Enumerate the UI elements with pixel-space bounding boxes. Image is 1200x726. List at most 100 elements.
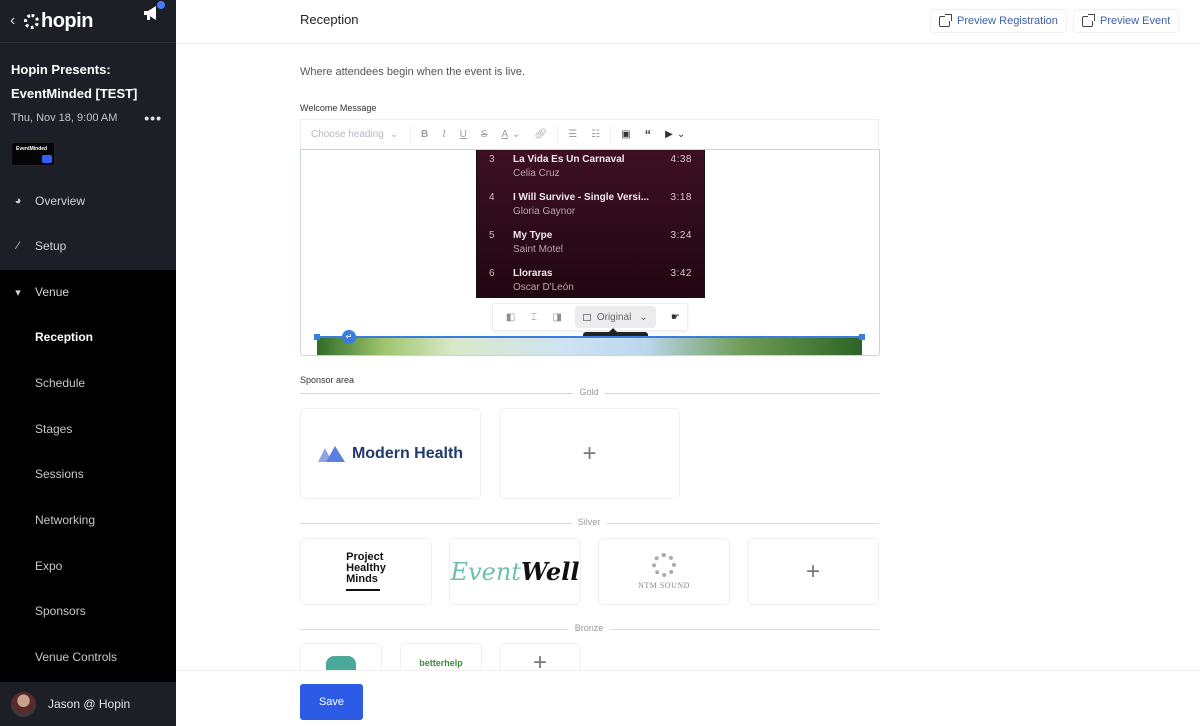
track-artist: Saint Motel <box>513 244 564 255</box>
silver-tier-label: Silver <box>571 517 607 527</box>
event-date-row: Thu, Nov 18, 9:00 AM ••• <box>11 110 162 126</box>
track-duration: 3:18 <box>670 192 692 203</box>
font-color-button[interactable]: A ⌄ <box>494 120 527 149</box>
sidebar-item-label: Venue Controls <box>35 650 118 664</box>
resize-handle-right[interactable] <box>859 334 865 340</box>
sidebar-item-label: Sessions <box>35 467 84 481</box>
sidebar-item-schedule[interactable]: Schedule <box>0 368 176 398</box>
playlist-image[interactable]: 3 La Vida Es Un Carnaval Celia Cruz 4:38… <box>476 150 705 298</box>
eventwell-logo: EventWell <box>451 557 580 586</box>
playlist-track: 3 La Vida Es Un Carnaval Celia Cruz 4:38 <box>477 152 704 190</box>
track-number: 5 <box>489 230 495 241</box>
sidebar-item-sponsors[interactable]: Sponsors <box>0 596 176 626</box>
preview-registration-label: Preview Registration <box>957 15 1058 27</box>
plus-icon: + <box>805 557 820 585</box>
resize-handle-left[interactable] <box>314 334 320 340</box>
playlist-track: 5 My Type Saint Motel 3:24 <box>477 228 704 266</box>
phm-line: Minds <box>346 573 378 585</box>
event-date: Thu, Nov 18, 9:00 AM <box>11 112 118 124</box>
sponsor-card-modern-health[interactable]: Modern Health <box>300 408 481 499</box>
more-options-button[interactable]: ••• <box>144 110 162 126</box>
event-title-line1: Hopin Presents: <box>11 62 111 77</box>
save-button[interactable]: Save <box>300 684 363 720</box>
blockquote-button[interactable]: “ <box>638 120 659 149</box>
page-header: Reception Preview Registration Preview E… <box>176 0 1200 44</box>
back-chevron-icon[interactable]: ‹ <box>10 12 24 30</box>
sidebar-item-networking[interactable]: Networking <box>0 505 176 535</box>
palm-banner-image[interactable] <box>317 338 862 355</box>
strikethrough-button[interactable]: S <box>474 120 495 149</box>
image-size-select[interactable]: Original ⌄ <box>574 306 656 328</box>
sidebar-item-label: Expo <box>35 559 63 573</box>
insert-media-button[interactable]: ▶︎ ⌄ <box>658 120 692 149</box>
heading-select[interactable]: Choose heading ⌄ <box>301 120 407 149</box>
app: ‹ hopin Hopin Presents: EventMinded [TES… <box>0 0 1200 726</box>
sidebar-item-reception[interactable]: Reception <box>0 322 176 352</box>
chevron-down-icon: ⌄ <box>676 129 686 140</box>
sidebar-item-setup[interactable]: ⁄ Setup <box>0 231 176 261</box>
sponsor-card-ntm-sound[interactable]: NTM SOUND <box>598 538 730 605</box>
align-center-button[interactable]: ⌶ <box>522 312 545 323</box>
link-icon: 🔗︎ <box>534 129 548 140</box>
bronze-tier-label: Bronze <box>568 623 610 633</box>
cursor-pointer-icon: ☛ <box>670 311 680 323</box>
link-button[interactable]: 🔗︎ <box>528 120 555 149</box>
sidebar-item-label: Reception <box>35 330 94 344</box>
align-right-button[interactable]: ◨ <box>546 312 569 323</box>
event-title-line2: EventMinded [TEST] <box>11 86 138 101</box>
event-thumb-text: EventMinded <box>16 146 48 152</box>
toolbar-separator <box>410 125 411 144</box>
brand-name: hopin <box>41 9 93 32</box>
external-link-icon <box>939 13 952 27</box>
numbered-list-button[interactable]: ☷ <box>584 120 607 149</box>
preview-registration-button[interactable]: Preview Registration <box>930 9 1067 33</box>
hopin-logo[interactable]: hopin <box>24 10 93 33</box>
heading-select-label: Choose heading <box>311 129 384 140</box>
insert-image-button[interactable]: ▣ <box>614 120 637 149</box>
modern-health-text: Modern Health <box>351 444 464 462</box>
track-duration: 3:24 <box>670 230 692 241</box>
bulleted-list-button[interactable]: ☰ <box>561 120 584 149</box>
sun-icon <box>652 553 676 577</box>
welcome-message-editor[interactable]: 3 La Vida Es Un Carnaval Celia Cruz 4:38… <box>300 149 880 356</box>
sponsor-card-eventwell[interactable]: EventWell <box>449 538 581 605</box>
sidebar-item-stages[interactable]: Stages <box>0 414 176 444</box>
toolbar-separator <box>557 125 559 144</box>
sidebar-item-sessions[interactable]: Sessions <box>0 459 176 489</box>
event-title: Hopin Presents: EventMinded [TEST] <box>11 58 166 106</box>
drag-handle-icon[interactable]: ↵ <box>342 330 356 344</box>
track-title: Lloraras <box>513 268 553 279</box>
align-left-button[interactable]: ◧ <box>499 312 522 323</box>
project-healthy-minds-logo: Project Healthy Minds <box>346 552 386 591</box>
image-size-label: Original <box>596 311 632 323</box>
sidebar-item-expo[interactable]: Expo <box>0 551 176 581</box>
preview-event-button[interactable]: Preview Event <box>1073 9 1180 33</box>
bulleted-list-icon: ☰ <box>568 129 578 140</box>
sidebar-item-label: Schedule <box>35 376 86 390</box>
sidebar-item-overview[interactable]: ◕ Overview <box>0 186 176 216</box>
track-number: 3 <box>489 154 495 165</box>
announcements-button[interactable] <box>142 1 165 22</box>
user-menu[interactable]: Jason @ Hopin <box>0 682 176 726</box>
sponsor-card-project-healthy-minds[interactable]: Project Healthy Minds <box>300 538 432 605</box>
track-number: 6 <box>489 268 495 279</box>
sidebar-item-label: Stages <box>35 422 73 436</box>
underline-button[interactable]: U <box>453 120 474 149</box>
plus-icon: + <box>582 439 597 467</box>
track-title: My Type <box>513 230 553 241</box>
sidebar-top: ‹ hopin Hopin Presents: EventMinded [TES… <box>0 0 176 270</box>
editor-toolbar: Choose heading ⌄ B I U S A ⌄ 🔗︎ ☰ ☷ ▣ “ … <box>300 119 879 149</box>
footer: Save <box>176 670 1200 726</box>
sidebar-item-venue[interactable]: ▾ Venue <box>0 277 176 307</box>
sidebar: ‹ hopin Hopin Presents: EventMinded [TES… <box>0 0 176 726</box>
add-silver-sponsor-button[interactable]: + <box>747 538 879 605</box>
bold-button[interactable]: B <box>414 120 435 149</box>
sidebar-item-venue-controls[interactable]: Venue Controls <box>0 642 176 672</box>
betterhelp-text-a: better <box>419 658 445 668</box>
add-gold-sponsor-button[interactable]: + <box>499 408 680 499</box>
chevron-down-icon: ⌄ <box>389 129 399 140</box>
italic-button[interactable]: I <box>435 120 452 149</box>
notification-dot <box>157 1 165 9</box>
gold-tier-label: Gold <box>573 387 605 397</box>
magic-wand-icon: ⁄ <box>17 240 19 252</box>
